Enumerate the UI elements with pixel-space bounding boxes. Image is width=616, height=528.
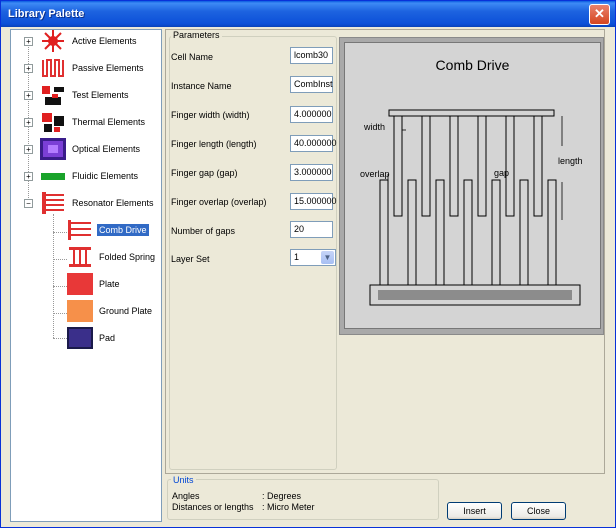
- expander-active[interactable]: +: [24, 37, 33, 46]
- parameters-legend: Parameters: [171, 30, 222, 40]
- ground-plate-icon: [67, 300, 93, 322]
- comb-drive-diagram: width overlap gap length: [360, 109, 583, 306]
- passive-elements-icon: [41, 58, 65, 78]
- cell-name-label: Cell Name: [171, 52, 214, 62]
- tree-item-label: Optical Elements: [72, 144, 141, 154]
- tree-connector: [53, 232, 67, 233]
- tree-connector: [53, 259, 67, 260]
- length-label: length: [558, 156, 583, 166]
- tree-item-comb-drive[interactable]: Comb Drive: [67, 219, 149, 241]
- finger-gap-input[interactable]: 3.000000: [290, 164, 333, 181]
- tree-item-label: Comb Drive: [97, 224, 149, 236]
- expander-test[interactable]: +: [24, 91, 33, 100]
- fluidic-elements-icon: [40, 165, 66, 187]
- tree-item-label: Fluidic Elements: [72, 171, 139, 181]
- close-window-button[interactable]: ✕: [589, 4, 610, 25]
- layer-set-value: 1: [294, 252, 300, 262]
- units-legend: Units: [171, 475, 196, 485]
- finger-overlap-label: Finger overlap (overlap): [171, 197, 267, 207]
- tree-item-label: Ground Plate: [99, 306, 153, 316]
- tree-item-thermal-elements[interactable]: Thermal Elements: [40, 111, 147, 133]
- pad-icon: [67, 327, 93, 349]
- layer-set-label: Layer Set: [171, 254, 210, 264]
- width-label: width: [363, 122, 385, 132]
- comb-drive-icon: [67, 219, 93, 241]
- instance-name-label: Instance Name: [171, 81, 232, 91]
- optical-elements-icon: [40, 138, 66, 160]
- finger-width-input[interactable]: 4.000000: [290, 106, 333, 123]
- tree-connector: [53, 313, 67, 314]
- overlap-label: overlap: [360, 169, 390, 179]
- tree-item-label: Pad: [99, 333, 116, 343]
- resonator-elements-icon: [40, 192, 66, 214]
- unit-name: Distances or lengths: [172, 502, 254, 512]
- tree-item-active-elements[interactable]: Active Elements: [40, 30, 139, 52]
- close-button[interactable]: Close: [511, 502, 566, 520]
- tree-item-pad[interactable]: Pad: [67, 327, 117, 349]
- thermal-elements-icon: [40, 111, 66, 133]
- gap-label: gap: [494, 168, 509, 178]
- finger-width-label: Finger width (width): [171, 110, 250, 120]
- number-of-gaps-label: Number of gaps: [171, 226, 236, 236]
- unit-value: : Micro Meter: [262, 502, 315, 512]
- tree-item-label: Resonator Elements: [72, 198, 154, 208]
- units-group: [167, 479, 439, 520]
- expander-thermal[interactable]: +: [24, 118, 33, 127]
- tree-connector: [53, 286, 67, 287]
- unit-value: : Degrees: [262, 491, 302, 501]
- tree-item-test-elements[interactable]: Test Elements: [40, 84, 131, 106]
- finger-overlap-input[interactable]: 15.000000: [290, 193, 337, 210]
- tree-item-label: Plate: [99, 279, 120, 289]
- tree-item-ground-plate[interactable]: Ground Plate: [67, 300, 154, 322]
- tree-item-resonator-elements[interactable]: Resonator Elements: [40, 192, 156, 214]
- tree-item-plate[interactable]: Plate: [67, 273, 122, 295]
- expander-passive[interactable]: +: [24, 64, 33, 73]
- finger-gap-label: Finger gap (gap): [171, 168, 238, 178]
- expander-fluidic[interactable]: +: [24, 172, 33, 181]
- window-title: Library Palette: [8, 8, 85, 20]
- folded-spring-icon: [67, 246, 93, 268]
- cell-name-input[interactable]: lcomb30: [290, 47, 333, 64]
- plate-icon: [67, 273, 93, 295]
- instance-name-input[interactable]: CombInst: [290, 76, 333, 93]
- finger-length-label: Finger length (length): [171, 139, 257, 149]
- tree-item-optical-elements[interactable]: Optical Elements: [40, 138, 142, 160]
- expander-resonator[interactable]: −: [24, 199, 33, 208]
- tree-item-label: Thermal Elements: [72, 117, 146, 127]
- chevron-down-icon[interactable]: ▼: [321, 251, 334, 264]
- tree-item-label: Test Elements: [72, 90, 129, 100]
- tree-item-label: Active Elements: [72, 36, 137, 46]
- unit-name: Angles: [172, 491, 200, 501]
- tree-item-label: Passive Elements: [72, 63, 144, 73]
- expander-optical[interactable]: +: [24, 145, 33, 154]
- active-elements-icon: [42, 30, 64, 52]
- tree-connector: [53, 338, 67, 339]
- title-bar[interactable]: Library Palette ✕: [1, 1, 615, 27]
- tree-item-folded-spring[interactable]: Folded Spring: [67, 246, 157, 268]
- number-of-gaps-input[interactable]: 20: [290, 221, 333, 238]
- layer-set-select[interactable]: 1 ▼: [290, 249, 336, 266]
- tree-item-fluidic-elements[interactable]: Fluidic Elements: [40, 165, 140, 187]
- tree-item-passive-elements[interactable]: Passive Elements: [40, 58, 146, 78]
- test-elements-icon: [40, 84, 66, 106]
- tree-item-label: Folded Spring: [99, 252, 156, 262]
- finger-length-input[interactable]: 40.000000: [290, 135, 337, 152]
- insert-button[interactable]: Insert: [447, 502, 502, 520]
